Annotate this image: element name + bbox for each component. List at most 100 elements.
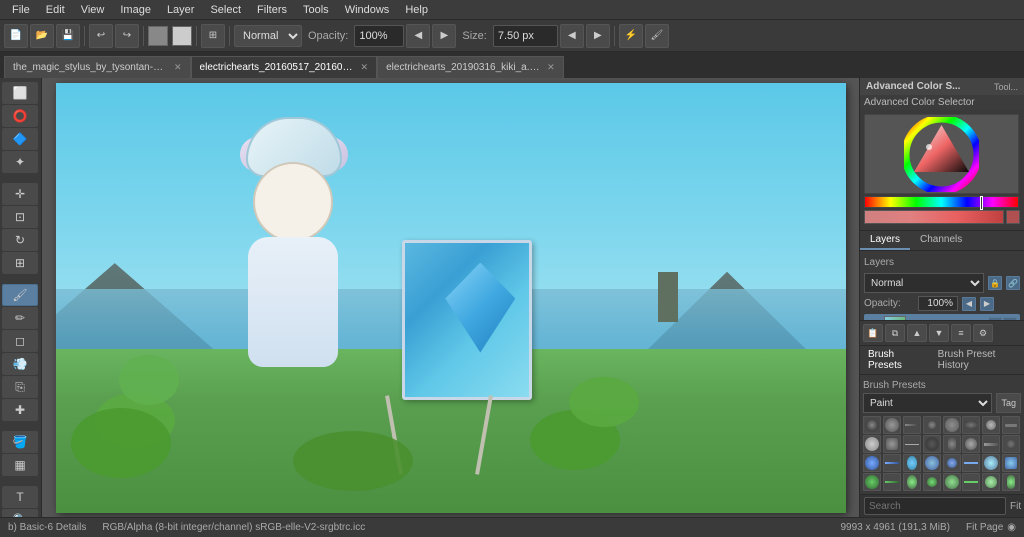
airbrush-tool[interactable]: 💨 bbox=[2, 353, 38, 375]
brush-13[interactable] bbox=[943, 435, 961, 453]
layer-opacity-up[interactable]: ▶ bbox=[980, 297, 994, 311]
brush-2[interactable] bbox=[883, 416, 901, 434]
brush-3[interactable] bbox=[903, 416, 921, 434]
zoom-tool[interactable]: 🔍 bbox=[2, 509, 38, 517]
rect-select-tool[interactable]: ⬜ bbox=[2, 82, 38, 104]
brush-1[interactable] bbox=[863, 416, 881, 434]
brush-category-select[interactable]: Paint bbox=[863, 393, 992, 413]
tag-button[interactable]: Tag bbox=[996, 393, 1021, 413]
brush-9[interactable] bbox=[863, 435, 881, 453]
new-image-button[interactable]: 📄 bbox=[4, 24, 28, 48]
brush-12[interactable] bbox=[923, 435, 941, 453]
hue-slider[interactable] bbox=[864, 196, 1019, 208]
grid-view-button[interactable]: ⊞ bbox=[201, 24, 225, 48]
tab-close-1[interactable]: ✕ bbox=[174, 62, 182, 73]
menu-help[interactable]: Help bbox=[397, 2, 436, 18]
dynamics-button[interactable]: ⚡ bbox=[619, 24, 643, 48]
pencil-tool[interactable]: ✏ bbox=[2, 307, 38, 329]
menu-windows[interactable]: Windows bbox=[337, 2, 398, 18]
rotate-tool[interactable]: ↻ bbox=[2, 229, 38, 251]
brush-presets-tab[interactable]: Brush Presets bbox=[860, 346, 930, 374]
ellipse-select-tool[interactable]: ⭕ bbox=[2, 105, 38, 127]
clone-tool[interactable]: ⎘ bbox=[2, 376, 38, 398]
brush-17[interactable] bbox=[863, 454, 881, 472]
menu-file[interactable]: File bbox=[4, 2, 38, 18]
paintbrush-tool[interactable]: 🖌 bbox=[2, 284, 38, 306]
brush-23[interactable] bbox=[982, 454, 1000, 472]
brush-26[interactable] bbox=[883, 473, 901, 491]
crop-tool[interactable]: ⊡ bbox=[2, 206, 38, 228]
size-up-button[interactable]: ▶ bbox=[586, 24, 610, 48]
size-down-button[interactable]: ◀ bbox=[560, 24, 584, 48]
brush-5[interactable] bbox=[943, 416, 961, 434]
brush-15[interactable] bbox=[982, 435, 1000, 453]
text-tool[interactable]: T bbox=[2, 486, 38, 508]
menu-filters[interactable]: Filters bbox=[249, 2, 295, 18]
eraser-tool[interactable]: ◻ bbox=[2, 330, 38, 352]
brush-32[interactable] bbox=[1002, 473, 1020, 491]
color-wheel-area[interactable] bbox=[860, 110, 1024, 230]
menu-layer[interactable]: Layer bbox=[159, 2, 203, 18]
foreground-color-box[interactable] bbox=[148, 26, 168, 46]
undo-button[interactable]: ↩ bbox=[89, 24, 113, 48]
brush-30[interactable] bbox=[962, 473, 980, 491]
image-canvas[interactable] bbox=[56, 83, 846, 513]
canvas-area[interactable] bbox=[42, 78, 859, 517]
tab-close-3[interactable]: ✕ bbox=[547, 62, 555, 73]
paint-mode-button[interactable]: 🖌 bbox=[645, 24, 669, 48]
brush-24[interactable] bbox=[1002, 454, 1020, 472]
save-image-button[interactable]: 💾 bbox=[56, 24, 80, 48]
tab-electrichearts-02[interactable]: electrichearts_20160517_20160820_kiki_02… bbox=[191, 56, 378, 78]
menu-image[interactable]: Image bbox=[112, 2, 159, 18]
free-select-tool[interactable]: 🔷 bbox=[2, 128, 38, 150]
layer-menu-btn[interactable]: ≡ bbox=[951, 324, 971, 342]
brush-history-tab[interactable]: Brush Preset History bbox=[930, 346, 1024, 374]
layers-tab[interactable]: Layers bbox=[860, 231, 910, 250]
layer-lock-btn[interactable]: 🔒 bbox=[988, 276, 1002, 290]
brush-27[interactable] bbox=[903, 473, 921, 491]
brush-7[interactable] bbox=[982, 416, 1000, 434]
layer-add-channel-btn[interactable]: 📋 bbox=[863, 324, 883, 342]
channels-tab[interactable]: Channels bbox=[910, 231, 972, 250]
blend-tool[interactable]: ▦ bbox=[2, 454, 38, 476]
brush-19[interactable] bbox=[903, 454, 921, 472]
fuzzy-select-tool[interactable]: ✦ bbox=[2, 151, 38, 173]
tab-close-2[interactable]: ✕ bbox=[361, 62, 369, 73]
menu-view[interactable]: View bbox=[73, 2, 113, 18]
color-selector-header[interactable]: Advanced Color S... Tool... bbox=[860, 78, 1024, 95]
brush-6[interactable] bbox=[962, 416, 980, 434]
brush-16[interactable] bbox=[1002, 435, 1020, 453]
heal-tool[interactable]: ✚ bbox=[2, 399, 38, 421]
color-preview-main[interactable] bbox=[864, 210, 1004, 224]
brush-4[interactable] bbox=[923, 416, 941, 434]
color-wheel-svg[interactable] bbox=[904, 117, 979, 192]
brush-31[interactable] bbox=[982, 473, 1000, 491]
brush-22[interactable] bbox=[962, 454, 980, 472]
opacity-up-button[interactable]: ▶ bbox=[432, 24, 456, 48]
menu-tools[interactable]: Tools bbox=[295, 2, 337, 18]
size-input[interactable] bbox=[493, 25, 558, 47]
brush-21[interactable] bbox=[943, 454, 961, 472]
menu-select[interactable]: Select bbox=[202, 2, 249, 18]
background-color-box[interactable] bbox=[172, 26, 192, 46]
redo-button[interactable]: ↪ bbox=[115, 24, 139, 48]
brush-18[interactable] bbox=[883, 454, 901, 472]
brush-11[interactable] bbox=[903, 435, 921, 453]
color-preview-secondary[interactable] bbox=[1006, 210, 1020, 224]
brush-28[interactable] bbox=[923, 473, 941, 491]
brush-8[interactable] bbox=[1002, 416, 1020, 434]
layer-copy-btn[interactable]: ⧉ bbox=[885, 324, 905, 342]
layer-link-btn[interactable]: 🔗 bbox=[1006, 276, 1020, 290]
brush-29[interactable] bbox=[943, 473, 961, 491]
bucket-fill-tool[interactable]: 🪣 bbox=[2, 431, 38, 453]
tab-magic-stylus[interactable]: the_magic_stylus_by_tysontan-g9fp872.png… bbox=[4, 56, 191, 78]
layer-opacity-down[interactable]: ◀ bbox=[962, 297, 976, 311]
opacity-input[interactable] bbox=[354, 25, 404, 47]
layer-mode-select[interactable]: Normal Multiply Screen bbox=[864, 273, 984, 293]
scale-tool[interactable]: ⊞ bbox=[2, 252, 38, 274]
brush-10[interactable] bbox=[883, 435, 901, 453]
open-image-button[interactable]: 📂 bbox=[30, 24, 54, 48]
move-tool[interactable]: ✛ bbox=[2, 183, 38, 205]
color-wheel[interactable] bbox=[864, 114, 1019, 194]
brush-20[interactable] bbox=[923, 454, 941, 472]
